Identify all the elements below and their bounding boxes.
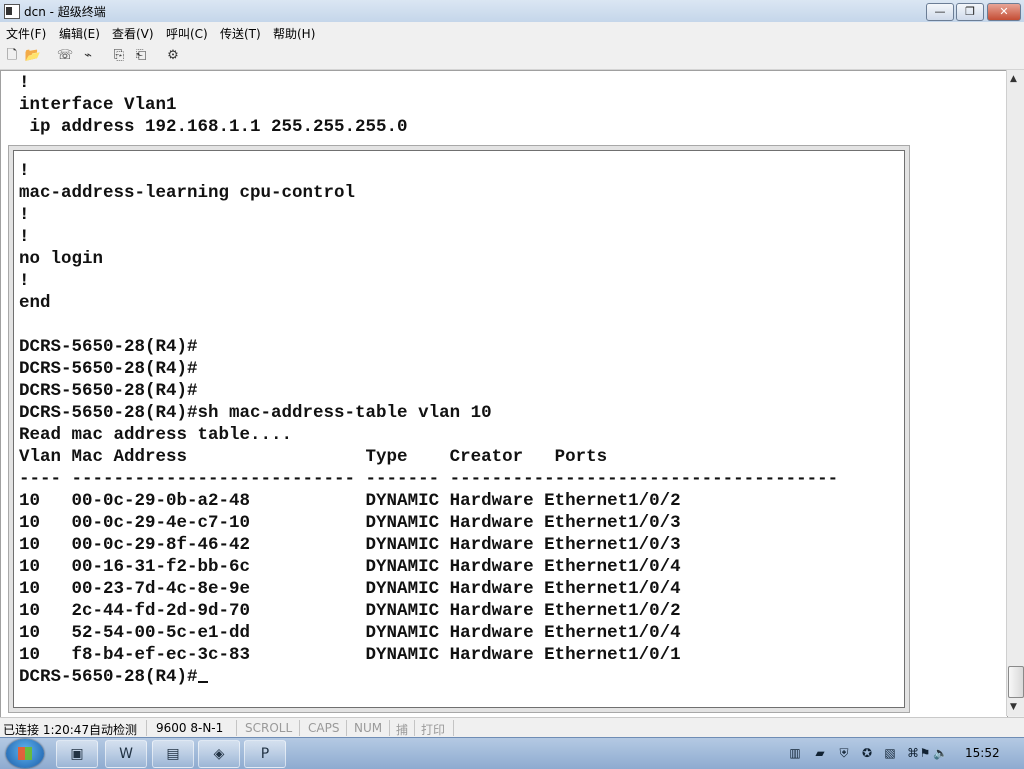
shield-tray-icon[interactable]: ⛨	[837, 746, 851, 760]
start-button[interactable]	[6, 739, 44, 768]
terminal-line: interface Vlan1	[19, 95, 177, 115]
new-icon[interactable]: 🗋	[3, 47, 21, 65]
status-divider	[346, 720, 347, 736]
table-row: 10 00-16-31-f2-bb-6c DYNAMIC Hardware Et…	[19, 557, 681, 577]
volume-tray-icon[interactable]: 🔈	[933, 746, 948, 760]
status-divider	[299, 720, 300, 736]
network-tray-icon[interactable]: ▰	[813, 746, 827, 760]
maximize-button[interactable]: ❐	[956, 3, 984, 21]
terminal-line: DCRS-5650-28(R4)#	[19, 381, 198, 401]
table-row: 10 00-23-7d-4c-8e-9e DYNAMIC Hardware Et…	[19, 579, 681, 599]
table-header: Vlan Mac Address Type Creator Ports	[19, 447, 608, 467]
explorer-task-icon[interactable]: ▣	[56, 740, 98, 768]
terminal-line: !	[19, 161, 30, 181]
terminal-line: !	[19, 73, 30, 93]
disconnect-icon[interactable]: ⌁	[79, 47, 97, 65]
status-divider	[414, 720, 415, 736]
detect-status: 自动检测	[89, 723, 138, 737]
folder-task-icon[interactable]: ▤	[152, 740, 194, 768]
menu-help[interactable]: 帮助(H)	[273, 25, 315, 42]
terminal-line: ip address 192.168.1.1 255.255.255.0	[19, 117, 408, 137]
menu-view[interactable]: 查看(V)	[112, 25, 154, 42]
connection-status: 已连接 1:20:47	[3, 723, 90, 737]
keyboard-tray-icon[interactable]: ▥	[788, 746, 802, 760]
command-prompt: DCRS-5650-28(R4)#	[19, 667, 198, 687]
terminal-line: !	[19, 227, 30, 247]
properties-icon[interactable]: ⚙	[164, 47, 182, 65]
table-row: 10 00-0c-29-4e-c7-10 DYNAMIC Hardware Et…	[19, 513, 681, 533]
terminal-line: !	[19, 271, 30, 291]
toolbar: 🗋 📂 ☏ ⌁ ⎘ ⎗ ⚙	[0, 43, 1024, 70]
terminal-line: Read mac address table....	[19, 425, 293, 445]
menu-call[interactable]: 呼叫(C)	[166, 25, 208, 42]
terminal-line: no login	[19, 249, 104, 269]
table-row: 10 2c-44-fd-2d-9d-70 DYNAMIC Hardware Et…	[19, 601, 681, 621]
clock[interactable]: 15:52	[965, 746, 1000, 760]
security-tray-icon[interactable]: ✪	[860, 746, 874, 760]
print-indicator: 打印	[421, 723, 446, 737]
status-divider	[453, 720, 454, 736]
hyperterminal-icon	[4, 4, 20, 19]
terminal-screen[interactable]: ! mac-address-learning cpu-control ! ! n…	[13, 150, 905, 708]
table-row: 10 00-0c-29-8f-46-42 DYNAMIC Hardware Et…	[19, 535, 681, 555]
menu-transfer[interactable]: 传送(T)	[220, 25, 261, 42]
capture-indicator: 捕	[396, 723, 409, 737]
device-tray-icon[interactable]: ▧	[883, 746, 897, 760]
terminal-line: !	[19, 205, 30, 225]
table-row: 10 00-0c-29-0b-a2-48 DYNAMIC Hardware Et…	[19, 491, 681, 511]
send-icon[interactable]: ⎘	[110, 47, 128, 65]
menu-bar: 文件(F) 编辑(E) 查看(V) 呼叫(C) 传送(T) 帮助(H)	[0, 22, 1024, 42]
flag-tray-icon[interactable]: ⚑	[918, 746, 932, 760]
taskbar: ▣ W ▤ ◈ P ▥ ▰ ⛨ ✪ ▧ ⌘ ⚑ 🔈 15:52	[0, 737, 1024, 769]
scroll-down-icon[interactable]: ▼	[1010, 702, 1017, 712]
status-bar: 已连接 1:20:47 自动检测 9600 8-N-1 SCROLL CAPS …	[0, 717, 1024, 738]
status-divider	[389, 720, 390, 736]
caps-indicator: CAPS	[308, 721, 340, 735]
minimize-button[interactable]: —	[926, 3, 954, 21]
table-divider: ---- --------------------------- -------…	[19, 469, 839, 489]
table-row: 10 52-54-00-5c-e1-dd DYNAMIC Hardware Et…	[19, 623, 681, 643]
scroll-indicator: SCROLL	[245, 721, 293, 735]
terminal-line: DCRS-5650-28(R4)#sh mac-address-table vl…	[19, 403, 492, 423]
word-task-icon[interactable]: W	[105, 740, 147, 768]
num-indicator: NUM	[354, 721, 383, 735]
window-title: dcn - 超级终端	[24, 5, 106, 19]
close-button[interactable]: ✕	[987, 3, 1021, 21]
table-row: 10 f8-b4-ef-ec-3c-83 DYNAMIC Hardware Et…	[19, 645, 681, 665]
terminal-window[interactable]: ! interface Vlan1 ip address 192.168.1.1…	[0, 70, 1008, 718]
prompt-line[interactable]: DCRS-5650-28(R4)#	[19, 666, 208, 688]
powerpoint-task-icon[interactable]: P	[244, 740, 286, 768]
status-divider	[146, 720, 147, 736]
terminal-line: mac-address-learning cpu-control	[19, 183, 356, 203]
vertical-scrollbar[interactable]: ▲ ▼	[1006, 70, 1024, 716]
network-task-icon[interactable]: ◈	[198, 740, 240, 768]
call-icon[interactable]: ☏	[56, 47, 74, 65]
status-divider	[236, 720, 237, 736]
title-bar: dcn - 超级终端 — ❐ ✕	[0, 0, 1024, 23]
scroll-up-icon[interactable]: ▲	[1010, 74, 1017, 84]
baud-status: 9600 8-N-1	[156, 721, 224, 735]
receive-icon[interactable]: ⎗	[132, 47, 150, 65]
text-cursor	[197, 667, 208, 683]
menu-file[interactable]: 文件(F)	[6, 25, 46, 42]
terminal-line: end	[19, 293, 51, 313]
terminal-line: DCRS-5650-28(R4)#	[19, 337, 198, 357]
terminal-line: DCRS-5650-28(R4)#	[19, 359, 198, 379]
open-icon[interactable]: 📂	[24, 47, 42, 65]
menu-edit[interactable]: 编辑(E)	[59, 25, 100, 42]
scrollbar-thumb[interactable]	[1008, 666, 1024, 698]
